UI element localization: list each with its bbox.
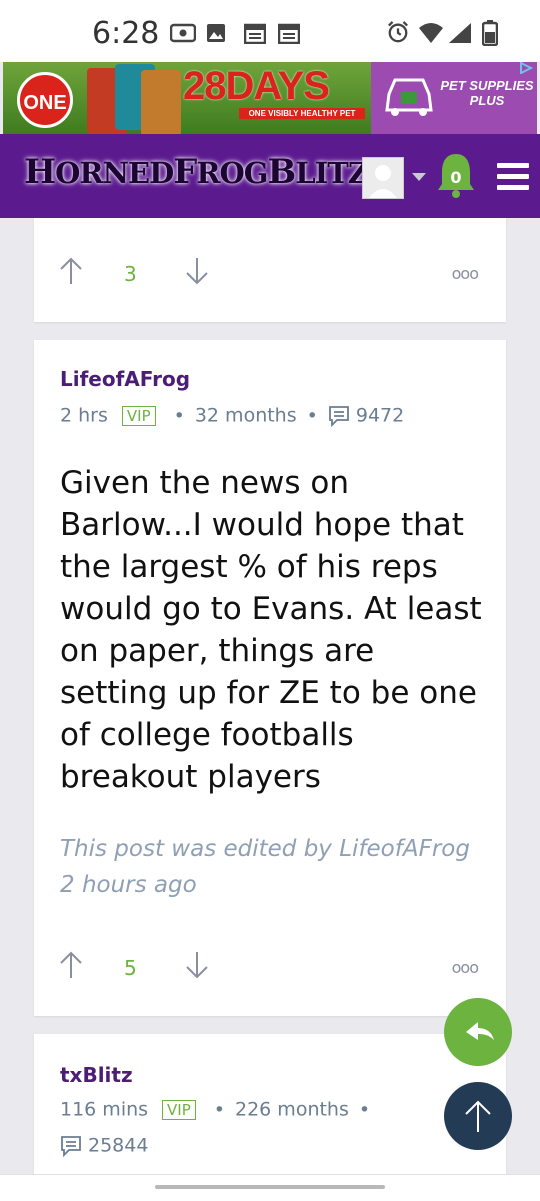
wifi-icon (419, 23, 443, 43)
meta-separator: • (213, 1098, 225, 1121)
edited-note: This post was edited by LifeofAFrog 2 ho… (60, 836, 470, 898)
calendar-icon (244, 23, 266, 44)
image-icon (207, 24, 225, 42)
vote-count: 5 (124, 956, 137, 980)
vote-row: 5 ooo (34, 950, 506, 990)
cellular-signal-icon (449, 23, 471, 43)
post-card: LifeofAFrog 2 hrs VIP • 32 months • 9472 Give… (34, 340, 506, 1016)
post-count: 9472 (355, 404, 405, 427)
broadcast-icon (170, 23, 196, 43)
home-gesture-handle[interactable] (155, 1185, 385, 1189)
adchoices-icon[interactable] (519, 62, 533, 74)
meta-separator: • (173, 404, 185, 427)
ad-tagline: ONE VISIBLY HEALTHY PET (239, 108, 365, 119)
member-tenure: 32 months (194, 404, 297, 427)
calendar-icon (278, 23, 300, 44)
notifications-bell-icon[interactable]: 0 (436, 152, 476, 200)
post-body: Given the news on Barlow...I would hope … (60, 465, 482, 795)
comment-icon (328, 405, 349, 427)
ad-headline: 28DAYS (183, 64, 330, 108)
downvote-arrow-icon[interactable] (184, 950, 210, 980)
user-avatar[interactable] (362, 157, 404, 199)
status-bar: 6:28 (0, 0, 540, 62)
vote-row: 3 ooo (34, 256, 506, 296)
post-author[interactable]: txBlitz (60, 1063, 133, 1087)
scroll-to-top-button[interactable] (444, 1082, 512, 1150)
reply-arrow-icon (466, 1022, 494, 1040)
status-time: 6:28 (92, 16, 160, 51)
vip-badge: VIP (121, 405, 156, 426)
ad-sponsor-line: PET SUPPLIES (440, 78, 534, 93)
user-silhouette-icon (369, 165, 397, 198)
logo-text: B (267, 152, 297, 192)
ad-sponsor-line: PLUS (469, 93, 505, 108)
post-meta: 2 hrs VIP • 32 months • 9472 (60, 404, 404, 427)
downvote-arrow-icon[interactable] (184, 256, 210, 286)
comment-icon (61, 1135, 81, 1157)
post-meta: 25844 (60, 1134, 148, 1157)
meta-separator: • (358, 1098, 371, 1121)
arrow-up-icon (465, 1100, 491, 1132)
ad-sponsor-text: PET SUPPLIES PLUS (439, 78, 535, 108)
battery-icon (482, 20, 498, 46)
post-count: 25844 (88, 1134, 149, 1157)
post-time: 2 hrs (60, 404, 108, 427)
vote-count: 3 (124, 262, 137, 286)
hamburger-menu-icon[interactable] (497, 163, 529, 196)
ad-banner[interactable]: ONE 28DAYS ONE VISIBLY HEALTHY PET PET S… (3, 62, 537, 134)
car-icon (385, 78, 433, 116)
post-card: txBlitz 116 mins VIP • 226 months • 25844 (34, 1034, 506, 1174)
upvote-arrow-icon[interactable] (58, 256, 84, 286)
ad-product-image (87, 64, 181, 134)
more-options-icon[interactable]: ooo (452, 264, 479, 283)
member-tenure: 226 months (235, 1098, 349, 1121)
post-author[interactable]: LifeofAFrog (60, 367, 190, 391)
post-card: 3 ooo (34, 218, 506, 322)
more-options-icon[interactable]: ooo (452, 958, 479, 977)
logo-text: ORNED (55, 156, 174, 190)
meta-separator: • (306, 404, 318, 427)
notification-count: 0 (450, 168, 461, 187)
post-time: 116 mins (60, 1098, 149, 1121)
ad-brand-logo: ONE (17, 72, 73, 128)
logo-text: ROG (196, 156, 268, 190)
site-logo[interactable]: HORNEDFROGBLITZ (24, 152, 369, 192)
logo-text: LITZ (295, 156, 369, 190)
post-meta: 116 mins VIP • 226 months • (60, 1098, 380, 1121)
system-nav-bar (0, 1174, 540, 1201)
chevron-down-icon[interactable] (412, 173, 426, 181)
logo-text: F (173, 152, 197, 192)
vip-badge: VIP (162, 1099, 196, 1120)
alarm-icon (388, 21, 408, 43)
upvote-arrow-icon[interactable] (58, 950, 84, 980)
logo-text: H (24, 152, 56, 192)
reply-button[interactable] (444, 998, 512, 1066)
